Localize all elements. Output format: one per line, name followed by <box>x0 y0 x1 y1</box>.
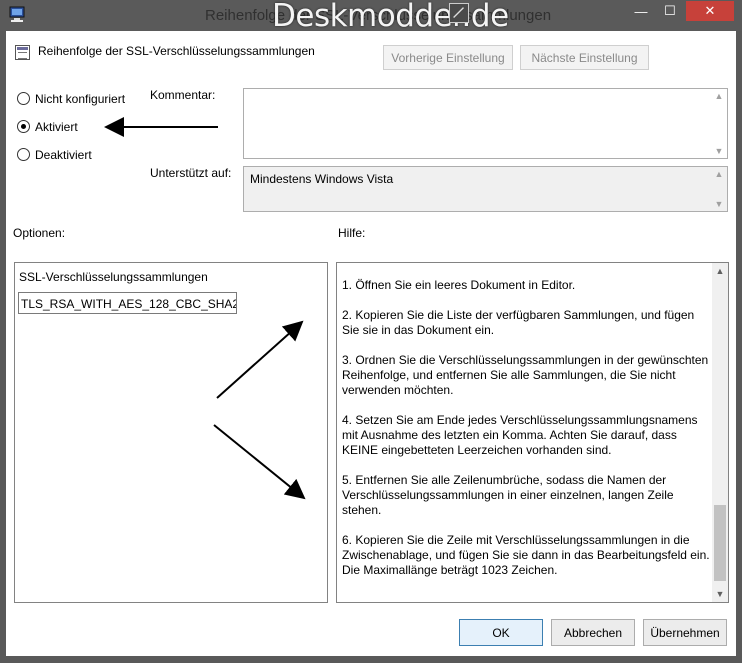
next-setting-label: Nächste Einstellung <box>531 50 638 65</box>
radio-not-configured[interactable]: Nicht konfiguriert <box>17 90 147 108</box>
scroll-up-icon[interactable]: ▲ <box>712 263 728 279</box>
radio-label: Aktiviert <box>35 120 78 134</box>
supported-on-value: Mindestens Windows Vista <box>250 172 394 186</box>
pen-icon <box>449 3 469 23</box>
ok-label: OK <box>492 625 510 640</box>
help-paragraph: 1. Öffnen Sie ein leeres Dokument in Edi… <box>342 278 576 292</box>
policy-setting-icon <box>15 45 30 60</box>
minimize-icon: — <box>634 3 648 19</box>
radio-label: Deaktiviert <box>35 148 92 162</box>
help-paragraph: 5. Entfernen Sie alle Zeilenumbrüche, so… <box>342 473 674 517</box>
scroll-down-icon[interactable]: ▼ <box>711 197 727 211</box>
apply-button[interactable]: Übernehmen <box>643 619 727 646</box>
scroll-down-icon[interactable]: ▼ <box>711 144 727 158</box>
scroll-up-icon[interactable]: ▲ <box>711 89 727 103</box>
comment-scrollbar[interactable]: ▲ ▼ <box>711 89 727 158</box>
maximize-button[interactable]: ☐ <box>656 1 684 21</box>
maximize-icon: ☐ <box>664 3 676 18</box>
ssl-cipher-suites-value: TLS_RSA_WITH_AES_128_CBC_SHA256,TI <box>21 297 237 311</box>
radio-enabled[interactable]: Aktiviert <box>17 118 147 136</box>
cancel-button[interactable]: Abbrechen <box>551 619 635 646</box>
scroll-thumb[interactable] <box>714 505 726 581</box>
help-text: 1. Öffnen Sie ein leeres Dokument in Edi… <box>342 278 712 593</box>
apply-label: Übernehmen <box>650 625 720 640</box>
radio-disabled[interactable]: Deaktiviert <box>17 146 147 164</box>
next-setting-button[interactable]: Nächste Einstellung <box>520 45 649 70</box>
watermark: Deskmodder.de <box>272 0 509 34</box>
help-label: Hilfe: <box>338 226 366 240</box>
dialog-body: Reihenfolge der SSL-Verschlüsselungssamm… <box>6 31 736 656</box>
policy-title: Reihenfolge der SSL-Verschlüsselungssamm… <box>38 44 315 58</box>
options-label: Optionen: <box>13 226 66 240</box>
supported-scrollbar[interactable]: ▲ ▼ <box>711 167 727 211</box>
ok-button[interactable]: OK <box>459 619 543 646</box>
radio-circle <box>17 148 30 161</box>
ssl-cipher-suites-input[interactable]: TLS_RSA_WITH_AES_128_CBC_SHA256,TI <box>18 292 237 314</box>
supported-on-field: Mindestens Windows Vista ▲ ▼ <box>243 166 728 212</box>
previous-setting-button[interactable]: Vorherige Einstellung <box>383 45 513 70</box>
previous-setting-label: Vorherige Einstellung <box>391 50 505 65</box>
help-paragraph: 3. Ordnen Sie die Verschlüsselungssammlu… <box>342 353 709 397</box>
comment-textarea[interactable]: ▲ ▼ <box>243 88 728 159</box>
comment-label: Kommentar: <box>150 88 216 102</box>
help-paragraph: 4. Setzen Sie am Ende jedes Verschlüssel… <box>342 413 698 457</box>
close-icon: ✕ <box>704 3 716 18</box>
help-paragraph: 6. Kopieren Sie die Zeile mit Verschlüss… <box>342 533 710 577</box>
help-paragraph: 2. Kopieren Sie die Liste der verfügbare… <box>342 308 695 337</box>
radio-circle <box>17 92 30 105</box>
app-icon <box>9 6 25 22</box>
minimize-button[interactable]: — <box>627 1 655 21</box>
options-panel: SSL-Verschlüsselungssammlungen TLS_RSA_W… <box>14 262 328 603</box>
radio-circle <box>17 120 30 133</box>
radio-label: Nicht konfiguriert <box>35 92 126 106</box>
scroll-down-icon[interactable]: ▼ <box>712 586 728 602</box>
title-bar: Reihenfolge der SSL-Verschlüsselungssamm… <box>0 0 742 34</box>
help-scrollbar[interactable]: ▲ ▼ <box>712 263 728 602</box>
close-button[interactable]: ✕ <box>686 1 734 21</box>
help-panel: 1. Öffnen Sie ein leeres Dokument in Edi… <box>336 262 729 603</box>
cancel-label: Abbrechen <box>563 625 623 640</box>
ssl-cipher-suites-label: SSL-Verschlüsselungssammlungen <box>19 270 208 284</box>
supported-on-label: Unterstützt auf: <box>150 166 232 180</box>
radio-selected-dot <box>21 124 26 129</box>
scroll-up-icon[interactable]: ▲ <box>711 167 727 181</box>
